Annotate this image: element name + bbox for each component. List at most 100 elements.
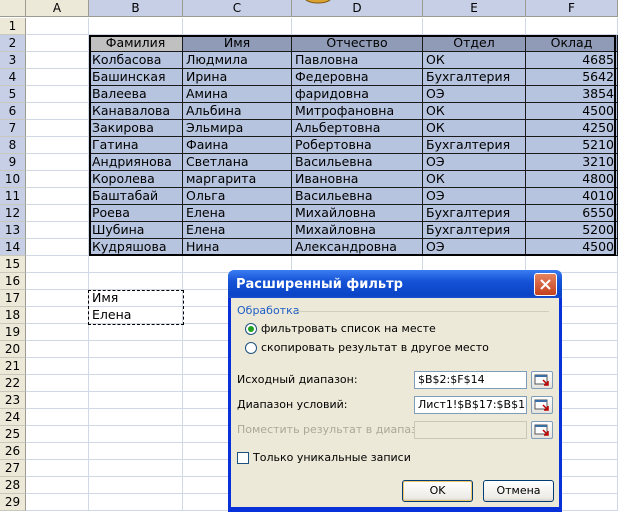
cell[interactable] bbox=[89, 273, 183, 290]
cell[interactable] bbox=[26, 35, 89, 52]
table-cell[interactable]: 5210 bbox=[526, 137, 618, 154]
cell[interactable] bbox=[26, 307, 89, 324]
table-header-cell[interactable]: Отчество bbox=[292, 35, 423, 52]
row-header[interactable]: 24 bbox=[0, 409, 26, 426]
cell[interactable] bbox=[26, 222, 89, 239]
row-header[interactable]: 22 bbox=[0, 375, 26, 392]
table-cell[interactable]: Васильевна bbox=[292, 188, 423, 205]
row-header[interactable]: 19 bbox=[0, 324, 26, 341]
table-cell[interactable]: Колбасова bbox=[89, 52, 183, 69]
cancel-button[interactable]: Отмена bbox=[483, 480, 554, 502]
table-cell[interactable]: Роева bbox=[89, 205, 183, 222]
cell[interactable] bbox=[423, 18, 526, 35]
row-header[interactable]: 26 bbox=[0, 443, 26, 460]
source-range-input[interactable]: $B$2:$F$14 bbox=[414, 371, 527, 389]
cell[interactable] bbox=[89, 392, 183, 409]
cell[interactable] bbox=[26, 86, 89, 103]
table-cell[interactable]: Бухгалтерия bbox=[423, 137, 526, 154]
cell[interactable] bbox=[89, 18, 183, 35]
cell[interactable] bbox=[26, 375, 89, 392]
cell[interactable] bbox=[26, 171, 89, 188]
table-cell[interactable]: ОЭ bbox=[423, 188, 526, 205]
cell[interactable] bbox=[526, 18, 618, 35]
table-cell[interactable]: Эльмира bbox=[183, 120, 292, 137]
cell[interactable] bbox=[26, 494, 89, 511]
table-cell[interactable]: ОК bbox=[423, 52, 526, 69]
table-header-cell[interactable]: Фамилия bbox=[89, 35, 183, 52]
cell[interactable] bbox=[26, 103, 89, 120]
cell[interactable] bbox=[26, 256, 89, 273]
cell[interactable] bbox=[26, 290, 89, 307]
radio-button-selected[interactable] bbox=[245, 322, 257, 335]
criteria-range-input[interactable]: Лист1!$B$17:$B$18 bbox=[414, 396, 527, 414]
criteria-header-cell[interactable]: Имя bbox=[89, 290, 183, 307]
cell[interactable] bbox=[89, 341, 183, 358]
column-header-b[interactable]: B bbox=[89, 0, 183, 17]
cell[interactable] bbox=[89, 443, 183, 460]
table-cell[interactable]: Александровна bbox=[292, 239, 423, 256]
table-cell[interactable]: Амина bbox=[183, 86, 292, 103]
table-cell[interactable]: 4010 bbox=[526, 188, 618, 205]
cell[interactable] bbox=[26, 52, 89, 69]
row-header[interactable]: 17 bbox=[0, 290, 26, 307]
table-header-cell[interactable]: Оклад bbox=[526, 35, 618, 52]
cell[interactable] bbox=[26, 69, 89, 86]
row-header[interactable]: 14 bbox=[0, 239, 26, 256]
table-cell[interactable]: Ольга bbox=[183, 188, 292, 205]
cell[interactable] bbox=[26, 358, 89, 375]
cell[interactable] bbox=[89, 477, 183, 494]
table-cell[interactable]: Альбертовна bbox=[292, 120, 423, 137]
select-all-corner[interactable] bbox=[0, 0, 26, 17]
cell[interactable] bbox=[89, 375, 183, 392]
table-cell[interactable]: фаридовна bbox=[292, 86, 423, 103]
cell[interactable] bbox=[89, 460, 183, 477]
source-range-collapse-button[interactable] bbox=[531, 371, 553, 389]
table-cell[interactable]: Башинская bbox=[89, 69, 183, 86]
column-header-e[interactable]: E bbox=[423, 0, 526, 17]
table-cell[interactable]: 5642 bbox=[526, 69, 618, 86]
row-header[interactable]: 3 bbox=[0, 52, 26, 69]
table-cell[interactable]: Баштабай bbox=[89, 188, 183, 205]
row-header[interactable]: 11 bbox=[0, 188, 26, 205]
row-header[interactable]: 7 bbox=[0, 120, 26, 137]
row-header[interactable]: 21 bbox=[0, 358, 26, 375]
cell[interactable] bbox=[89, 358, 183, 375]
cell[interactable] bbox=[26, 426, 89, 443]
radio-copy-to[interactable]: скопировать результат в другое место bbox=[245, 341, 489, 354]
unique-records-checkbox[interactable] bbox=[237, 451, 249, 464]
table-cell[interactable]: 4800 bbox=[526, 171, 618, 188]
table-cell[interactable]: Васильевна bbox=[292, 154, 423, 171]
table-cell[interactable]: Митрофановна bbox=[292, 103, 423, 120]
table-cell[interactable]: Бухгалтерия bbox=[423, 205, 526, 222]
table-cell[interactable]: Шубина bbox=[89, 222, 183, 239]
table-cell[interactable]: Валеева bbox=[89, 86, 183, 103]
row-header[interactable]: 8 bbox=[0, 137, 26, 154]
table-cell[interactable]: Елена bbox=[183, 222, 292, 239]
table-cell[interactable]: 4500 bbox=[526, 103, 618, 120]
cell[interactable] bbox=[26, 443, 89, 460]
row-header[interactable]: 23 bbox=[0, 392, 26, 409]
radio-button[interactable] bbox=[245, 341, 257, 354]
row-header[interactable]: 12 bbox=[0, 205, 26, 222]
row-header[interactable]: 10 bbox=[0, 171, 26, 188]
table-cell[interactable]: 6550 bbox=[526, 205, 618, 222]
table-cell[interactable]: Павловна bbox=[292, 52, 423, 69]
cell[interactable] bbox=[26, 392, 89, 409]
row-header[interactable]: 6 bbox=[0, 103, 26, 120]
table-cell[interactable]: ОК bbox=[423, 120, 526, 137]
table-cell[interactable]: Кудряшова bbox=[89, 239, 183, 256]
cell[interactable] bbox=[26, 341, 89, 358]
table-cell[interactable]: Бухгалтерия bbox=[423, 222, 526, 239]
table-cell[interactable]: Канавалова bbox=[89, 103, 183, 120]
cell[interactable] bbox=[89, 256, 183, 273]
cell[interactable] bbox=[89, 409, 183, 426]
row-header[interactable]: 25 bbox=[0, 426, 26, 443]
row-header[interactable]: 9 bbox=[0, 154, 26, 171]
table-cell[interactable]: 3210 bbox=[526, 154, 618, 171]
cell[interactable] bbox=[26, 120, 89, 137]
table-cell[interactable]: Ирина bbox=[183, 69, 292, 86]
table-cell[interactable]: Бухгалтерия bbox=[423, 69, 526, 86]
radio-filter-in-place[interactable]: фильтровать список на месте bbox=[245, 322, 436, 335]
cell[interactable] bbox=[26, 188, 89, 205]
cell[interactable] bbox=[89, 324, 183, 341]
